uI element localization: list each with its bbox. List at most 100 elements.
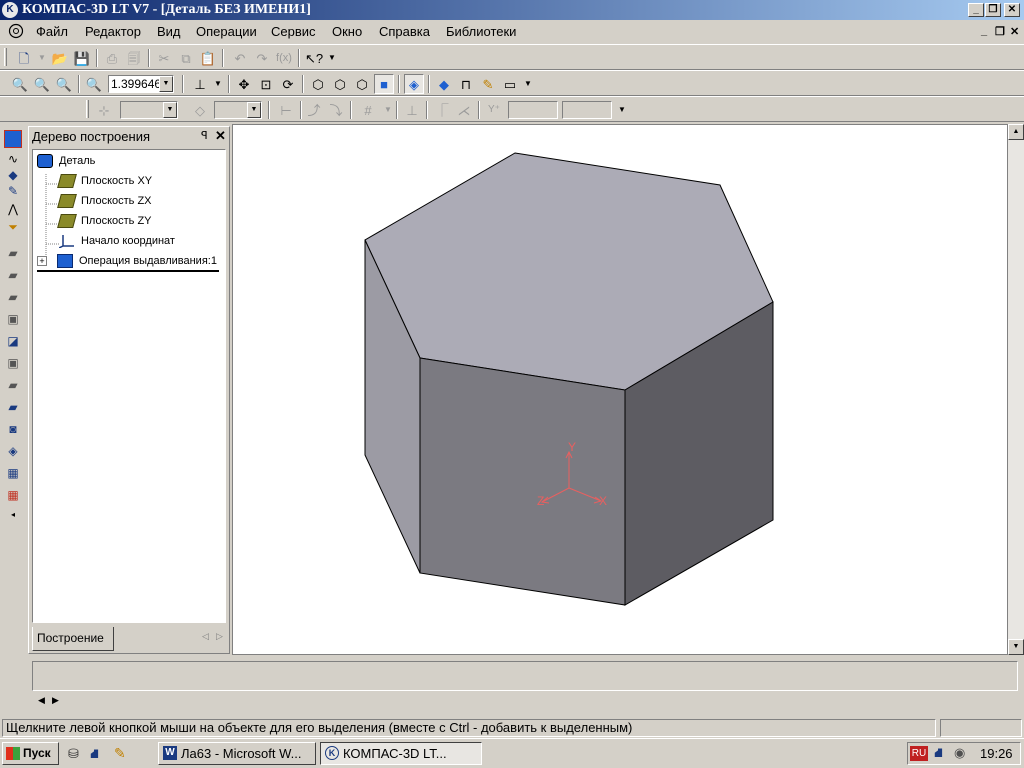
chevron-down-icon[interactable]: ▼ — [163, 102, 177, 118]
menu-operations[interactable]: Операции — [196, 24, 257, 39]
y-coord-field[interactable] — [562, 101, 612, 119]
print-preview-icon[interactable]: 🗐 — [124, 48, 144, 68]
prism-front-face[interactable] — [419, 357, 626, 606]
properties-icon[interactable]: ✎ — [478, 74, 498, 94]
menu-libraries[interactable]: Библиотеки — [446, 24, 516, 39]
open-folder-icon[interactable]: 📂 — [50, 48, 70, 68]
formula-icon[interactable]: f(x) — [274, 48, 294, 68]
clock[interactable]: 19:26 — [980, 746, 1013, 761]
zoom-in-icon[interactable]: 🔍 — [32, 74, 52, 94]
new-file-icon[interactable]: 🗋 — [14, 48, 34, 68]
snap-icon[interactable]: ⊹ — [94, 100, 114, 120]
scroll-left-icon[interactable]: ◀ — [38, 695, 45, 706]
perspective-icon[interactable]: ◈ — [404, 74, 424, 94]
document-icon[interactable] — [8, 23, 24, 39]
redo-icon[interactable]: ↷ — [252, 48, 272, 68]
quicklaunch-disk-icon[interactable]: ⛁ — [68, 746, 79, 762]
tree-item-plane-zx[interactable]: Плоскость ZX — [57, 192, 152, 210]
x-coord-field[interactable] — [508, 101, 558, 119]
save-icon[interactable]: 💾 — [72, 48, 92, 68]
menu-editor[interactable]: Редактор — [85, 24, 141, 39]
axis-icon[interactable]: ⊥ — [402, 100, 422, 120]
copy-icon[interactable]: ⧉ — [176, 48, 196, 68]
measure-icon[interactable]: ⊓ — [456, 74, 476, 94]
orientation-icon[interactable]: ⊥ — [190, 74, 210, 94]
wireframe-icon[interactable]: ⬡ — [308, 74, 328, 94]
tab-scroll-right-icon[interactable]: ▷ — [216, 631, 223, 642]
tree-root-part[interactable]: Деталь — [37, 152, 95, 170]
hidden-lines-icon[interactable]: ⬡ — [330, 74, 350, 94]
properties-area[interactable] — [32, 661, 1018, 691]
rotate-op-icon[interactable]: ▰ — [4, 266, 22, 284]
doc-close-button[interactable]: ✕ — [1010, 25, 1019, 38]
toolbar-grip[interactable] — [86, 100, 89, 118]
coords-icon[interactable]: ⋌ — [454, 100, 474, 120]
restore-button[interactable]: ❐ — [985, 3, 1001, 17]
close-button[interactable]: ✕ — [1004, 3, 1020, 17]
rib-icon[interactable]: ▰ — [4, 398, 22, 416]
tree-view[interactable]: Деталь Плоскость XY Плоскость ZX Плоскос… — [32, 149, 226, 623]
scroll-right-icon[interactable]: ▶ — [52, 695, 59, 706]
grid-icon[interactable]: # — [358, 100, 378, 120]
loft-icon[interactable]: ▣ — [4, 310, 22, 328]
display-icon[interactable]: ▭ — [500, 74, 520, 94]
shell-icon[interactable]: ▰ — [4, 376, 22, 394]
tree-item-extrusion[interactable]: + Операция выдавливания:1 — [37, 252, 217, 270]
dropdown-arrow-icon[interactable]: ▼ — [612, 100, 632, 120]
tree-item-plane-zy[interactable]: Плоскость ZY — [57, 212, 152, 230]
tab-scroll-left-icon[interactable]: ◁ — [202, 631, 209, 642]
snap-off-icon[interactable]: ⤵ — [326, 100, 346, 120]
rotate-icon[interactable]: ⟳ — [278, 74, 298, 94]
mirror-icon[interactable]: ▦ — [4, 486, 22, 504]
dropdown-arrow-icon[interactable]: ▼ — [518, 74, 538, 94]
scroll-up-icon[interactable]: ▲ — [1008, 124, 1024, 140]
zoom-combo[interactable]: 1.399646 ▼ — [108, 75, 174, 93]
ortho-icon[interactable]: ⎾ — [432, 100, 452, 120]
zoom-scale-icon[interactable]: 🔍 — [84, 74, 104, 94]
dropdown-arrow-icon[interactable]: ▼ — [322, 48, 342, 68]
extrude-icon[interactable]: ▰ — [4, 244, 22, 262]
hole-icon[interactable]: ◙ — [4, 420, 22, 438]
chevron-down-icon[interactable]: ▼ — [247, 102, 261, 118]
snap-on-icon[interactable]: ⤴ — [304, 100, 324, 120]
cursor-coords-icon[interactable]: Y⁺ — [484, 100, 504, 120]
language-indicator[interactable]: RU — [910, 746, 928, 761]
kompas-app-icon[interactable]: K — [2, 2, 18, 18]
print-icon[interactable]: ⎙ — [102, 48, 122, 68]
menu-file[interactable]: Файл — [36, 24, 68, 39]
pan-icon[interactable]: ✥ — [234, 74, 254, 94]
kinematic-icon[interactable]: ▰ — [4, 288, 22, 306]
tab-build[interactable]: Построение — [32, 627, 114, 651]
model-canvas[interactable]: Y X Z — [233, 125, 1009, 656]
quicklaunch-network-icon[interactable]: ⛘ — [90, 746, 99, 764]
help-pointer-icon[interactable]: ↖? — [304, 48, 324, 68]
menu-window[interactable]: Окно — [332, 24, 362, 39]
tree-item-origin[interactable]: Начало координат — [59, 232, 175, 250]
layers-icon[interactable]: ◇ — [190, 100, 210, 120]
toolbar-grip[interactable] — [4, 48, 7, 66]
tree-item-plane-xy[interactable]: Плоскость XY — [57, 172, 152, 190]
shaded-icon[interactable]: ■ — [374, 74, 394, 94]
network-tray-icon[interactable]: ⛘ — [934, 745, 943, 763]
fit-all-icon[interactable]: ⊡ — [256, 74, 276, 94]
menu-service[interactable]: Сервис — [271, 24, 316, 39]
chamfer-icon[interactable]: ▣ — [4, 354, 22, 372]
chevron-down-icon[interactable]: ◂ — [4, 506, 22, 524]
dropdown-arrow-icon[interactable]: ▼ — [378, 100, 398, 120]
array-icon[interactable]: ▦ — [4, 464, 22, 482]
menu-view[interactable]: Вид — [157, 24, 181, 39]
pin-icon[interactable]: ꟼ — [201, 129, 208, 142]
model-viewport[interactable]: Y X Z — [232, 124, 1008, 655]
part-editing-icon[interactable] — [4, 130, 22, 148]
expand-icon[interactable]: + — [37, 256, 47, 266]
close-panel-icon[interactable]: ✕ — [215, 128, 226, 144]
minimize-button[interactable]: _ — [968, 3, 984, 17]
part-icon[interactable]: ◆ — [434, 74, 454, 94]
slope-icon[interactable]: ◈ — [4, 442, 22, 460]
vertical-scrollbar[interactable]: ▲ ▼ — [1008, 124, 1024, 655]
quicklaunch-pencil-icon[interactable]: ✎ — [114, 745, 126, 762]
menu-help[interactable]: Справка — [379, 24, 430, 39]
edit-icon[interactable]: ✎ — [4, 182, 22, 200]
undo-icon[interactable]: ↶ — [230, 48, 250, 68]
doc-minimize-button[interactable]: _ — [981, 25, 987, 37]
